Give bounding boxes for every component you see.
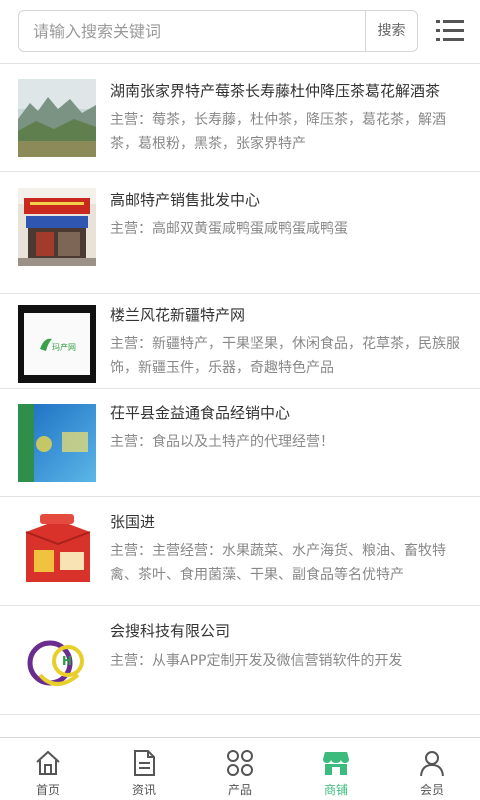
shop-icon [321,748,351,778]
search-button[interactable]: 搜索 [365,11,417,51]
main-business-text: 高邮双黄蛋咸鸭蛋咸鸭蛋咸鸭蛋 [152,221,348,237]
shop-thumbnail [18,79,96,157]
tab-shops[interactable]: 商铺 [288,738,384,800]
shop-thumbnail [18,404,96,482]
bottom-tab-bar: 首页 资讯 产品 商铺 会员 [0,737,480,800]
shop-thumbnail [18,188,96,266]
tab-label: 产品 [227,783,252,797]
shop-description: 主营：高邮双黄蛋咸鸭蛋咸鸭蛋咸鸭蛋 [110,217,460,241]
shop-description: 主营：从事APP定制开发及微信营销软件的开发 [110,649,460,673]
list-item[interactable]: 湖南张家界特产莓茶长寿藤杜仲降压茶葛花解酒茶 主营：莓茶，长寿藤，杜仲茶，降压茶… [0,64,480,172]
main-business-text: 新疆特产，干果坚果，休闲食品，花草茶，民族服饰，新疆玉件，乐器，奇趣特色产品 [110,336,460,376]
tab-label: 首页 [35,783,60,797]
tab-member[interactable]: 会员 [384,738,480,800]
shop-description: 主营：新疆特产，干果坚果，休闲食品，花草茶，民族服饰，新疆玉件，乐器，奇趣特色产… [110,332,460,380]
tab-label: 商铺 [323,783,348,797]
top-bar: 搜索 [0,0,480,64]
shop-description: 主营：莓茶，长寿藤，杜仲茶，降压茶，葛花茶，解酒茶，葛根粉，黑茶，张家界特产 [110,108,460,156]
main-business-label: 主营： [110,221,152,237]
tab-label: 资讯 [131,783,156,797]
main-business-label: 主营： [110,543,152,559]
list-item[interactable]: 玛产网 楼兰风花新疆特产网 主营：新疆特产，干果坚果，休闲食品，花草茶，民族服饰… [0,294,480,389]
main-business-text: 莓茶，长寿藤，杜仲茶，降压茶，葛花茶，解酒茶，葛根粉，黑茶，张家界特产 [110,112,446,152]
svg-text:玛产网: 玛产网 [52,342,76,352]
shop-title[interactable]: 会搜科技有限公司 [110,620,460,642]
list-item[interactable]: 高邮特产销售批发中心 主营：高邮双黄蛋咸鸭蛋咸鸭蛋咸鸭蛋 [0,172,480,294]
main-business-label: 主营： [110,653,152,669]
shop-thumbnail [18,512,96,590]
tab-products[interactable]: 产品 [192,738,288,800]
shop-thumbnail: 玛产网 [18,305,96,383]
main-business-text: 主营经营：水果蔬菜、水产海货、粮油、畜牧特禽、茶叶、食用菌藻、干果、副食品等名优… [110,543,446,583]
shop-title[interactable]: 茌平县金益通食品经销中心 [110,402,460,424]
search-input[interactable] [19,11,365,51]
shop-description: 主营：主营经营：水果蔬菜、水产海货、粮油、畜牧特禽、茶叶、食用菌藻、干果、副食品… [110,539,460,587]
list-item[interactable]: H 会搜科技有限公司 主营：从事APP定制开发及微信营销软件的开发 [0,606,480,715]
tab-label: 会员 [419,783,444,797]
list-item[interactable]: 茌平县金益通食品经销中心 主营：食品以及土特产的代理经营！ [0,389,480,497]
shop-description: 主营：食品以及土特产的代理经营！ [110,430,460,454]
user-icon [417,748,447,778]
main-business-label: 主营： [110,112,152,128]
news-icon [129,748,159,778]
shop-title[interactable]: 湖南张家界特产莓茶长寿藤杜仲降压茶葛花解酒茶 [110,80,460,102]
search-box: 搜索 [18,10,418,52]
grid-icon [225,748,255,778]
main-business-label: 主营： [110,434,152,450]
main-business-text: 食品以及土特产的代理经营！ [152,434,334,450]
list-item[interactable]: 张国进 主营：主营经营：水果蔬菜、水产海货、粮油、畜牧特禽、茶叶、食用菌藻、干果… [0,497,480,606]
home-icon [33,748,63,778]
main-business-text: 从事APP定制开发及微信营销软件的开发 [152,653,403,669]
menu-icon[interactable] [436,18,464,44]
shop-title[interactable]: 楼兰风花新疆特产网 [110,304,460,326]
main-business-label: 主营： [110,336,152,352]
shop-thumbnail: H [18,623,96,701]
tab-news[interactable]: 资讯 [96,738,192,800]
shop-list: 湖南张家界特产莓茶长寿藤杜仲降压茶葛花解酒茶 主营：莓茶，长寿藤，杜仲茶，降压茶… [0,64,480,715]
tab-home[interactable]: 首页 [0,738,96,800]
svg-text:H: H [62,654,72,668]
shop-title[interactable]: 张国进 [110,511,460,533]
shop-title[interactable]: 高邮特产销售批发中心 [110,189,460,211]
